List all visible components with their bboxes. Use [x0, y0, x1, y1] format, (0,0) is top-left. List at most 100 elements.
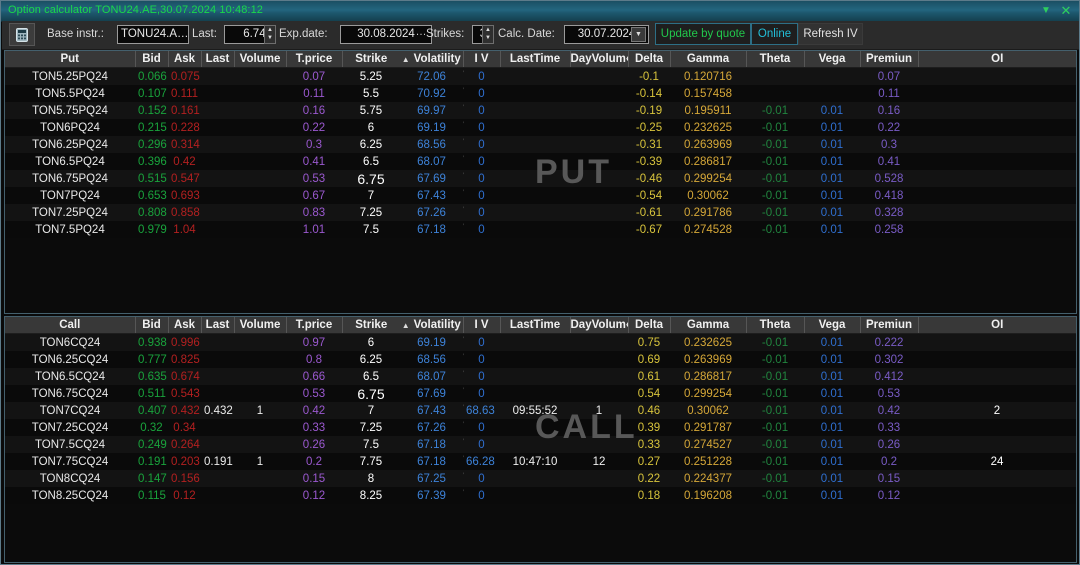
- cell-instrument-name[interactable]: TON7PQ24: [5, 187, 135, 204]
- edit-pencil-icon[interactable]: ✐: [463, 335, 466, 346]
- table-row[interactable]: TON8.25CQ240.1150.12✐0.128.2567.390✐0.18…: [5, 487, 1076, 504]
- stepper-up-icon[interactable]: ▲: [266, 27, 274, 34]
- cell-instrument-name[interactable]: TON5.5PQ24: [5, 85, 135, 102]
- column-header-volatility[interactable]: ▲ Volatility: [400, 317, 464, 334]
- edit-pencil-icon[interactable]: ✐: [463, 386, 466, 397]
- column-header-lasttime[interactable]: LastTime: [500, 317, 571, 334]
- cell-instrument-name[interactable]: TON6.25PQ24: [5, 136, 135, 153]
- edit-pencil-icon[interactable]: ✐: [463, 352, 466, 363]
- calc-date-chevron-down-icon[interactable]: ▼: [631, 27, 646, 42]
- column-header-oi[interactable]: OI: [918, 317, 1076, 334]
- column-header-vega[interactable]: Vega: [804, 317, 861, 334]
- edit-pencil-icon[interactable]: ✐: [463, 437, 466, 448]
- cell-instrument-name[interactable]: TON5.75PQ24: [5, 102, 135, 119]
- table-row[interactable]: TON6.75PQ240.5150.547✐ 0.536.7567.690✐ -0.…: [5, 170, 1076, 187]
- table-row[interactable]: TON7.25CQ240.320.34✐0.337.2567.260✐0.390…: [5, 419, 1076, 436]
- column-header-bid[interactable]: Bid: [135, 51, 169, 68]
- cell-instrument-name[interactable]: TON6.5CQ24: [5, 368, 135, 385]
- column-header-theta[interactable]: Theta: [746, 317, 805, 334]
- table-row[interactable]: TON6.5CQ240.6350.674✐0.666.568.070✐0.610…: [5, 368, 1076, 385]
- edit-pencil-icon[interactable]: ✐: [463, 205, 466, 216]
- table-row[interactable]: TON7.25PQ240.8080.858✐ 0.837.2567.260✐ -0.…: [5, 204, 1076, 221]
- table-row[interactable]: TON8CQ240.1470.156✐0.15867.250✐0.220.224…: [5, 470, 1076, 487]
- base-instr-input[interactable]: TONU24.A…: [117, 25, 189, 44]
- cell-instrument-name[interactable]: TON8CQ24: [5, 470, 135, 487]
- column-header-oi[interactable]: OI: [918, 51, 1076, 68]
- column-header-dayvolume[interactable]: DayVolum‹: [570, 317, 629, 334]
- cell-instrument-name[interactable]: TON8.25CQ24: [5, 487, 135, 504]
- table-row[interactable]: TON5.25PQ240.0660.075✐0.075.2572.060✐-0.…: [5, 67, 1076, 85]
- column-header-bid[interactable]: Bid: [135, 317, 169, 334]
- edit-pencil-icon[interactable]: ✐: [463, 86, 466, 97]
- last-price-stepper[interactable]: ▲ ▼: [264, 25, 276, 44]
- column-header-last[interactable]: Last: [201, 317, 235, 334]
- column-header-dayvolume[interactable]: DayVolum‹: [570, 51, 629, 68]
- edit-pencil-icon[interactable]: ✐: [463, 222, 466, 233]
- column-header-lasttime[interactable]: LastTime: [500, 51, 571, 68]
- cell-instrument-name[interactable]: TON7.25PQ24: [5, 204, 135, 221]
- table-row[interactable]: TON7.5PQ240.9791.04✐1.017.567.180✐-0.670…: [5, 221, 1076, 238]
- column-header-last[interactable]: Last: [201, 51, 235, 68]
- edit-pencil-icon[interactable]: ✐: [463, 171, 466, 182]
- column-header-iv[interactable]: I V: [463, 51, 501, 68]
- column-header-gamma[interactable]: Gamma: [670, 317, 747, 334]
- column-header-put[interactable]: Put: [5, 51, 136, 68]
- column-header-premium[interactable]: Premiun: [860, 317, 919, 334]
- cell-instrument-name[interactable]: TON7.5PQ24: [5, 221, 135, 238]
- cell-instrument-name[interactable]: TON7.25CQ24: [5, 419, 135, 436]
- table-row[interactable]: TON7PQ240.6530.693✐ 0.67767.430✐ -0.540.30…: [5, 187, 1076, 204]
- column-header-gamma[interactable]: Gamma: [670, 51, 747, 68]
- column-header-vega[interactable]: Vega: [804, 51, 861, 68]
- table-row[interactable]: TON7CQ240.4070.432✐0.43210.42767.4368.63…: [5, 402, 1076, 419]
- cell-instrument-name[interactable]: TON7.5CQ24: [5, 436, 135, 453]
- column-header-delta[interactable]: Delta: [628, 317, 671, 334]
- table-row[interactable]: TON7.75CQ240.1910.203✐0.19110.27.7567.18…: [5, 453, 1076, 470]
- cell-instrument-name[interactable]: TON6CQ24: [5, 333, 135, 351]
- column-header-strike[interactable]: Strike: [342, 51, 400, 68]
- refresh-iv-button[interactable]: Refresh IV: [798, 23, 863, 45]
- column-header-volatility[interactable]: ▲ Volatility: [400, 51, 464, 68]
- table-row[interactable]: TON5.75PQ240.1520.161✐0.165.7569.970✐-0.…: [5, 102, 1076, 119]
- column-header-tprice[interactable]: T.price: [286, 317, 343, 334]
- cell-instrument-name[interactable]: TON6.75CQ24: [5, 385, 135, 402]
- edit-pencil-icon[interactable]: ✐: [463, 488, 466, 499]
- cell-instrument-name[interactable]: TON6.5PQ24: [5, 153, 135, 170]
- column-header-volume[interactable]: Volume: [234, 51, 287, 68]
- cell-instrument-name[interactable]: TON7.75CQ24: [5, 453, 135, 470]
- column-header-tprice[interactable]: T.price: [286, 51, 343, 68]
- title-bar[interactable]: Option calculator TONU24.AE,30.07.2024 1…: [1, 1, 1079, 22]
- edit-pencil-icon[interactable]: ✐: [463, 154, 466, 165]
- table-row[interactable]: TON6.5PQ240.3960.42✐0.416.568.070✐-0.390…: [5, 153, 1076, 170]
- table-row[interactable]: TON6.75CQ240.5110.543✐0.536.7567.690✐0.5…: [5, 385, 1076, 402]
- cell-instrument-name[interactable]: TON6.25CQ24: [5, 351, 135, 368]
- column-header-ask[interactable]: Ask: [168, 317, 202, 334]
- edit-pencil-icon[interactable]: ✐: [463, 403, 466, 414]
- edit-pencil-icon[interactable]: ✐: [463, 103, 466, 114]
- column-header-volume[interactable]: Volume: [234, 317, 287, 334]
- cell-instrument-name[interactable]: TON6.75PQ24: [5, 170, 135, 187]
- edit-pencil-icon[interactable]: ✐: [463, 137, 466, 148]
- column-header-delta[interactable]: Delta: [628, 51, 671, 68]
- edit-pencil-icon[interactable]: ✐: [463, 69, 466, 80]
- table-row[interactable]: TON6PQ240.2150.228✐0.22669.190✐-0.250.23…: [5, 119, 1076, 136]
- calculator-icon[interactable]: [9, 23, 35, 46]
- online-button[interactable]: Online: [751, 23, 798, 45]
- cell-instrument-name[interactable]: TON6PQ24: [5, 119, 135, 136]
- cell-instrument-name[interactable]: TON5.25PQ24: [5, 67, 135, 85]
- edit-pencil-icon[interactable]: ✐: [463, 120, 466, 131]
- table-row[interactable]: TON5.5PQ240.1070.111✐0.115.570.920✐-0.14…: [5, 85, 1076, 102]
- table-row[interactable]: TON6CQ240.9380.996✐ 0.97669.190✐ 0.750.232…: [5, 333, 1076, 351]
- table-row[interactable]: TON6.25CQ240.7770.825✐ 0.86.2568.560✐ 0.69…: [5, 351, 1076, 368]
- column-header-premium[interactable]: Premiun: [860, 51, 919, 68]
- close-icon[interactable]: ✕: [1059, 4, 1073, 18]
- table-row[interactable]: TON6.25PQ240.2960.314✐0.36.2568.560✐-0.3…: [5, 136, 1076, 153]
- column-header-ask[interactable]: Ask: [168, 51, 202, 68]
- edit-pencil-icon[interactable]: ✐: [463, 188, 466, 199]
- minimize-icon[interactable]: ▼: [1039, 4, 1053, 18]
- column-header-call[interactable]: Call: [5, 317, 136, 334]
- strikes-stepper[interactable]: ▲ ▼: [482, 25, 494, 44]
- stepper-down-icon[interactable]: ▼: [266, 35, 274, 42]
- edit-pencil-icon[interactable]: ✐: [463, 369, 466, 380]
- column-header-theta[interactable]: Theta: [746, 51, 805, 68]
- stepper-up-icon[interactable]: ▲: [484, 27, 492, 34]
